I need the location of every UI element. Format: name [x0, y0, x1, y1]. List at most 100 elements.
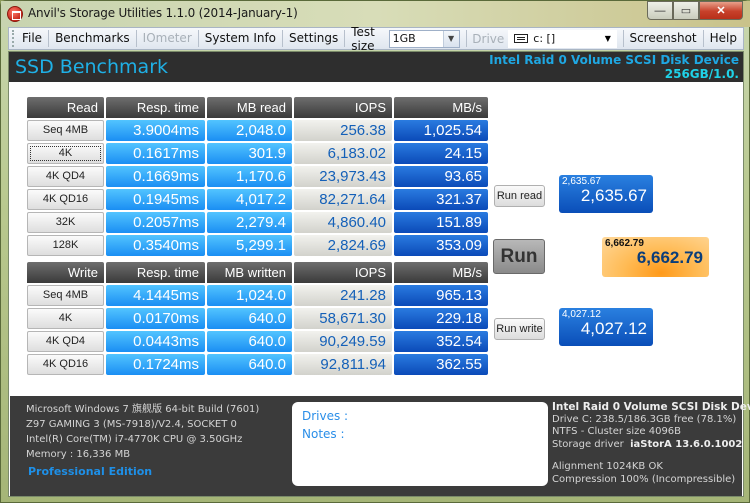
- drive-device: Intel Raid 0 Volume SCSI Disk Device 2: [552, 401, 750, 413]
- mb-cell: 1,170.6: [207, 166, 292, 187]
- iops-cell: 82,271.64: [294, 189, 392, 210]
- menu-help[interactable]: Help: [704, 30, 743, 47]
- resp-time-cell: 3.9004ms: [106, 120, 205, 141]
- app-logo-icon: [7, 6, 23, 22]
- mbs-cell: 1,025.54: [394, 120, 488, 141]
- mb-cell: 640.0: [207, 308, 292, 329]
- col-header-iops: IOPS: [294, 262, 392, 283]
- col-header-resp-time: Resp. time: [106, 97, 205, 118]
- test-button[interactable]: 32K: [27, 212, 104, 233]
- total-score-value: 6,662.79: [636, 248, 703, 267]
- os-info: Microsoft Windows 7 旗舰版 64-bit Build (76…: [26, 404, 260, 415]
- test-button[interactable]: 4K QD4: [27, 166, 104, 187]
- drive-select[interactable]: c: [] ▼: [508, 29, 617, 48]
- mb-cell: 4,017.2: [207, 189, 292, 210]
- menu-system-info[interactable]: System Info: [199, 30, 284, 47]
- resp-time-cell: 0.1945ms: [106, 189, 205, 210]
- maximize-button[interactable]: ▭: [673, 1, 699, 20]
- menu-file[interactable]: File: [16, 30, 50, 47]
- edition-label: Professional Edition: [28, 465, 153, 478]
- col-header-mbs: MB/s: [394, 262, 488, 283]
- resp-time-cell: 0.1617ms: [106, 143, 205, 164]
- test-button[interactable]: 4K: [27, 308, 104, 329]
- col-header-mbs: MB/s: [394, 97, 488, 118]
- drive-value: c: []: [533, 32, 556, 45]
- write-results-table: Write Resp. time MB written IOPS MB/s Seq 4MB…: [27, 262, 488, 375]
- run-button[interactable]: Run: [493, 239, 545, 274]
- cpu-info: Intel(R) Core(TM) i7-4770K CPU @ 3.50GHz: [26, 434, 243, 445]
- menu-screenshot[interactable]: Screenshot: [623, 30, 704, 47]
- chevron-down-icon[interactable]: ▼: [442, 30, 459, 47]
- drive-fs: NTFS - Cluster size 4096B: [552, 426, 682, 437]
- mbs-cell: 965.13: [394, 285, 488, 306]
- mbs-cell: 362.55: [394, 354, 488, 375]
- page-title: SSD Benchmark: [15, 56, 169, 78]
- iops-cell: 92,811.94: [294, 354, 392, 375]
- drives-label: Drives :: [302, 409, 349, 423]
- drive-label: Drive: [472, 31, 505, 46]
- mb-cell: 640.0: [207, 354, 292, 375]
- resp-time-cell: 0.0170ms: [106, 308, 205, 329]
- resp-time-cell: 0.0443ms: [106, 331, 205, 352]
- device-size: 256GB/1.0.: [664, 67, 739, 81]
- drive-alignment: Alignment 1024KB OK: [552, 461, 663, 472]
- minimize-button[interactable]: —: [647, 1, 673, 20]
- write-score-value: 4,027.12: [580, 319, 647, 338]
- chevron-down-icon[interactable]: ▼: [600, 31, 616, 47]
- resp-time-cell: 4.1445ms: [106, 285, 205, 306]
- app-window: Anvil's Storage Utilities 1.1.0 (2014-Ja…: [0, 0, 750, 503]
- menu-settings[interactable]: Settings: [283, 30, 346, 47]
- mb-cell: 5,299.1: [207, 235, 292, 256]
- drive-compression: Compression 100% (Incompressible): [552, 473, 736, 485]
- memory-info: Memory : 16,336 MB: [26, 449, 131, 460]
- iops-cell: 2,824.69: [294, 235, 392, 256]
- resp-time-cell: 0.3540ms: [106, 235, 205, 256]
- resp-time-cell: 0.1724ms: [106, 354, 205, 375]
- run-write-button[interactable]: Run write: [494, 318, 545, 340]
- test-button[interactable]: Seq 4MB: [27, 120, 104, 141]
- drive-driver-row: Storage driver iaStorA 13.6.0.1002: [552, 439, 750, 452]
- menu-iometer: IOmeter: [137, 30, 199, 47]
- test-button[interactable]: Seq 4MB: [27, 285, 104, 306]
- menu-benchmarks[interactable]: Benchmarks: [49, 30, 137, 47]
- test-size-select[interactable]: 1GB ▼: [388, 29, 460, 48]
- iops-cell: 6,183.02: [294, 143, 392, 164]
- title-bar[interactable]: Anvil's Storage Utilities 1.1.0 (2014-Ja…: [1, 1, 750, 27]
- col-header-test: Write: [27, 262, 104, 283]
- mbs-cell: 321.37: [394, 189, 488, 210]
- col-header-iops: IOPS: [294, 97, 392, 118]
- mbs-cell: 229.18: [394, 308, 488, 329]
- notes-box[interactable]: Drives : Notes :: [292, 402, 548, 486]
- benchmark-header: SSD Benchmark Intel Raid 0 Volume SCSI D…: [9, 52, 743, 82]
- notes-label: Notes :: [302, 427, 345, 441]
- close-button[interactable]: ✕: [699, 1, 743, 20]
- mb-cell: 2,048.0: [207, 120, 292, 141]
- mbs-cell: 352.54: [394, 331, 488, 352]
- driver-label: Storage driver: [552, 438, 624, 450]
- resp-time-cell: 0.2057ms: [106, 212, 205, 233]
- drive-info: Intel Raid 0 Volume SCSI Disk Device 2 D…: [552, 401, 750, 486]
- device-name: Intel Raid 0 Volume SCSI Disk Device: [489, 53, 739, 67]
- write-score: 4,027.12 4,027.12: [559, 308, 653, 346]
- mbs-cell: 151.89: [394, 212, 488, 233]
- read-score-value: 2,635.67: [580, 186, 647, 205]
- test-button[interactable]: 4K QD4: [27, 331, 104, 352]
- col-header-mb: MB written: [207, 262, 292, 283]
- iops-cell: 4,860.40: [294, 212, 392, 233]
- test-button[interactable]: 4K QD16: [27, 189, 104, 210]
- window-title: Anvil's Storage Utilities 1.1.0 (2014-Ja…: [28, 6, 298, 20]
- total-score: 6,662.79 6,662.79: [602, 237, 709, 277]
- col-header-mb: MB read: [207, 97, 292, 118]
- resp-time-cell: 0.1669ms: [106, 166, 205, 187]
- system-info: Microsoft Windows 7 旗舰版 64-bit Build (76…: [26, 402, 259, 462]
- board-info: Z97 GAMING 3 (MS-7918)/V2.4, SOCKET 0: [26, 419, 237, 430]
- test-button[interactable]: 128K: [27, 235, 104, 256]
- toolbar: File Benchmarks IOmeter System Info Sett…: [8, 24, 744, 53]
- test-size-label: Test size: [351, 24, 375, 53]
- read-score: 2,635.67 2,635.67: [559, 175, 653, 213]
- mb-cell: 1,024.0: [207, 285, 292, 306]
- run-read-button[interactable]: Run read: [494, 185, 545, 207]
- info-footer: Microsoft Windows 7 旗舰版 64-bit Build (76…: [10, 396, 750, 496]
- test-button[interactable]: 4K QD16: [27, 354, 104, 375]
- test-button[interactable]: 4K: [27, 143, 104, 164]
